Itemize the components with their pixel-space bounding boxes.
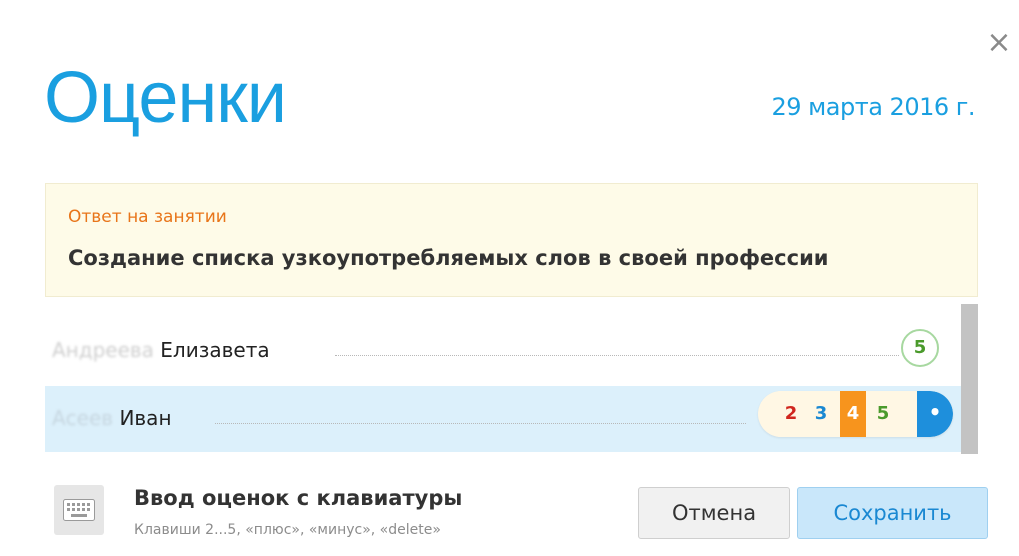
grade-option-4[interactable]: 4 — [840, 391, 866, 437]
grade-picker: 2 3 4 5 • — [758, 391, 953, 437]
dotted-leader — [215, 423, 746, 424]
grade-option-2[interactable]: 2 — [778, 391, 804, 437]
keyboard-input-hint: Клавиши 2...5, «плюс», «минус», «delete» — [134, 522, 441, 538]
lesson-type: Ответ на занятии — [68, 207, 227, 227]
student-surname: Асеев — [52, 406, 114, 430]
dialog-title: Оценки — [44, 58, 287, 138]
list-scrollbar[interactable] — [961, 304, 978, 454]
lesson-date: 29 марта 2016 г. — [771, 93, 976, 121]
student-first-name: Елизавета — [160, 338, 270, 362]
student-row-selected[interactable]: Асеев Иван 2 3 4 5 • — [45, 386, 961, 452]
cancel-button[interactable]: Отмена — [638, 487, 790, 539]
close-icon[interactable]: × — [986, 28, 1012, 58]
keyboard-input-title: Ввод оценок с клавиатуры — [134, 486, 463, 510]
keyboard-icon — [54, 485, 104, 535]
lesson-card: Ответ на занятии Создание списка узкоупо… — [45, 183, 978, 297]
save-button[interactable]: Сохранить — [797, 487, 988, 539]
grade-option-dot[interactable]: • — [917, 391, 953, 437]
lesson-topic: Создание списка узкоупотребляемых слов в… — [68, 246, 829, 270]
student-surname: Андреева — [52, 338, 154, 362]
student-name: Андреева Елизавета — [52, 338, 276, 362]
scrollbar-thumb[interactable] — [961, 304, 978, 454]
grade-badge[interactable]: 5 — [901, 329, 939, 367]
grades-dialog: × Оценки 29 марта 2016 г. Ответ на занят… — [0, 0, 1019, 556]
grade-option-5[interactable]: 5 — [870, 391, 896, 437]
grade-option-3[interactable]: 3 — [808, 391, 834, 437]
student-list: Андреева Елизавета 5 Асеев Иван 2 3 4 5 … — [45, 302, 978, 454]
student-first-name: Иван — [119, 406, 172, 430]
student-row[interactable]: Андреева Елизавета 5 — [45, 318, 961, 384]
dotted-leader — [335, 355, 899, 356]
student-name: Асеев Иван — [52, 406, 178, 430]
